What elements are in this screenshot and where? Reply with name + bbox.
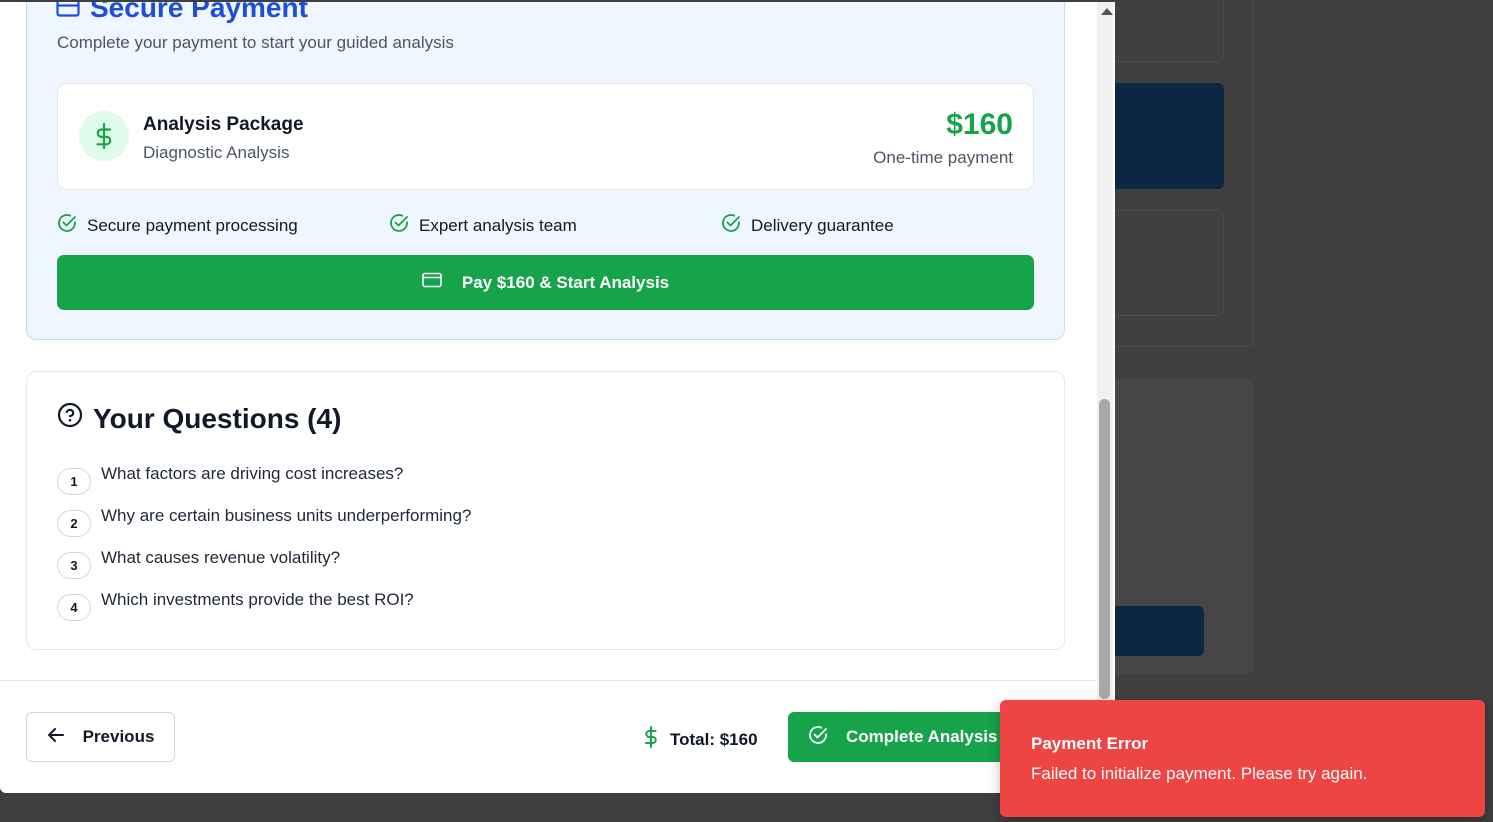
question-item: 4 Which investments provide the best ROI…: [57, 590, 414, 621]
toast-message: Failed to initialize payment. Please try…: [1031, 764, 1368, 783]
feature-delivery-guarantee: Delivery guarantee: [721, 213, 894, 238]
question-number: 1: [57, 468, 91, 495]
scroll-up-arrow-icon[interactable]: [1101, 8, 1113, 15]
question-item: 1 What factors are driving cost increase…: [57, 464, 403, 495]
credit-card-icon: [422, 272, 442, 293]
secure-payment-heading: Secure Payment: [56, 2, 308, 24]
feature-secure-processing: Secure payment processing: [57, 213, 298, 238]
previous-button[interactable]: Previous: [26, 712, 175, 762]
package-price: $160: [946, 108, 1013, 141]
check-circle-icon: [389, 213, 409, 238]
payment-error-toast[interactable]: Payment Error Failed to initialize payme…: [1000, 700, 1485, 817]
secure-payment-subtitle: Complete your payment to start your guid…: [57, 33, 454, 52]
question-text: Which investments provide the best ROI?: [101, 590, 414, 609]
questions-heading: Your Questions (4): [57, 402, 341, 435]
question-item: 3 What causes revenue volatility?: [57, 548, 340, 579]
check-circle-icon: [721, 213, 741, 238]
package-type: Diagnostic Analysis: [143, 143, 290, 162]
background-button: [1100, 606, 1204, 656]
check-circle-icon: [57, 213, 77, 238]
question-item: 2 Why are certain business units underpe…: [57, 506, 471, 537]
dollar-icon: [644, 726, 658, 753]
feature-expert-team: Expert analysis team: [389, 213, 577, 238]
order-total: Total: $160: [644, 726, 758, 753]
payment-modal: Secure Payment Complete your payment to …: [0, 2, 1115, 793]
scrollbar-thumb[interactable]: [1099, 399, 1110, 699]
pay-button-label: Pay $160 & Start Analysis: [461, 272, 670, 292]
check-circle-icon: [808, 725, 828, 750]
arrow-left-icon: [47, 727, 65, 748]
toast-title: Payment Error: [1031, 734, 1149, 753]
pay-and-start-button[interactable]: Pay $160 & Start Analysis: [57, 255, 1034, 310]
feature-label: Expert analysis team: [419, 215, 577, 235]
dollar-icon: [79, 111, 129, 161]
analysis-package-box: Analysis Package Diagnostic Analysis $16…: [57, 83, 1034, 190]
question-number: 4: [57, 594, 91, 621]
help-circle-icon: [57, 402, 83, 435]
feature-label: Delivery guarantee: [751, 215, 894, 235]
package-name: Analysis Package: [143, 114, 304, 135]
modal-scrollbar[interactable]: [1097, 2, 1113, 701]
credit-card-icon: [56, 2, 80, 24]
questions-card: Your Questions (4) 1 What factors are dr…: [26, 371, 1065, 650]
question-text: What factors are driving cost increases?: [101, 464, 404, 483]
total-label: Total: $160: [670, 729, 758, 749]
question-number: 3: [57, 552, 91, 579]
question-text: What causes revenue volatility?: [101, 548, 341, 567]
previous-label: Previous: [82, 727, 155, 746]
question-text: Why are certain business units underperf…: [101, 506, 472, 525]
question-number: 2: [57, 510, 91, 537]
questions-title: Your Questions (4): [93, 402, 342, 434]
secure-payment-title: Secure Payment: [90, 2, 308, 23]
package-price-note: One-time payment: [873, 148, 1013, 167]
feature-label: Secure payment processing: [87, 215, 298, 235]
footer-divider: [0, 680, 1097, 681]
